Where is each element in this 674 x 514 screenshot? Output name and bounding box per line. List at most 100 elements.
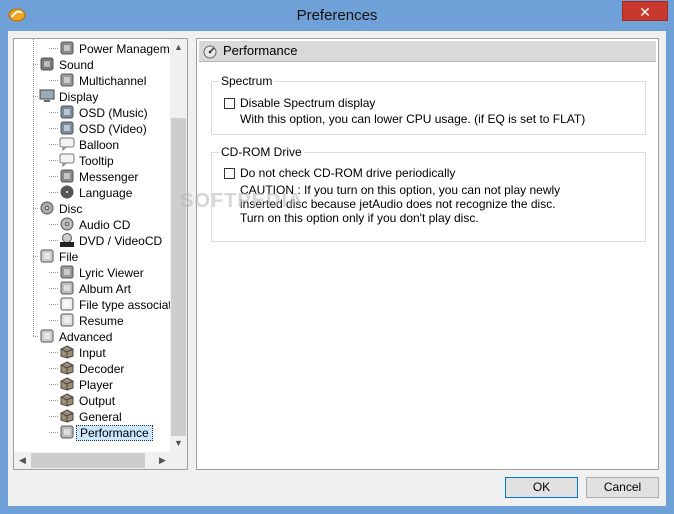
tree-item-label: OSD (Music) bbox=[79, 105, 148, 120]
tree-branch-line bbox=[49, 384, 58, 385]
caution-line-3: Turn on this option only if you don't pl… bbox=[240, 211, 479, 225]
tree-item-file-type-association[interactable]: File type association bbox=[59, 296, 171, 312]
file-icon bbox=[39, 249, 55, 263]
tree-item-advanced[interactable]: Advanced bbox=[39, 328, 112, 344]
tree-item-performance[interactable]: Performance bbox=[59, 424, 153, 441]
do-not-check-cdrom-label[interactable]: Do not check CD-ROM drive periodically bbox=[240, 166, 455, 180]
scrollbar-corner bbox=[170, 452, 187, 469]
disable-spectrum-label[interactable]: Disable Spectrum display bbox=[240, 96, 375, 110]
tree-vertical-scrollbar[interactable]: ▲ ▼ bbox=[170, 39, 187, 452]
tree-item-label: Language bbox=[79, 185, 133, 200]
tree-branch-line bbox=[49, 144, 58, 145]
album-art-icon bbox=[59, 281, 75, 295]
speaker-icon bbox=[39, 57, 55, 71]
tree-item-label: Decoder bbox=[79, 361, 125, 376]
tree-item-sound[interactable]: Sound bbox=[39, 56, 94, 72]
tree-item-label: Input bbox=[79, 345, 106, 360]
tree-item-power-management[interactable]: Power Management bbox=[59, 40, 171, 56]
osd-video-icon bbox=[59, 121, 75, 135]
spectrum-group-title: Spectrum bbox=[219, 74, 275, 88]
tree-item-label: Lyric Viewer bbox=[79, 265, 144, 280]
cube-icon bbox=[59, 377, 75, 391]
scroll-right-arrow-icon[interactable]: ▶ bbox=[154, 452, 171, 469]
tree-branch-line bbox=[49, 320, 58, 321]
monitor-icon bbox=[39, 89, 55, 103]
scroll-down-arrow-icon[interactable]: ▼ bbox=[170, 435, 187, 452]
title-bar[interactable]: Preferences ✕ bbox=[0, 0, 674, 31]
tree-branch-line bbox=[33, 208, 38, 209]
spectrum-group: Spectrum Disable Spectrum display With t… bbox=[211, 74, 646, 135]
cdrom-group-title: CD-ROM Drive bbox=[219, 145, 304, 159]
tree-branch-line bbox=[49, 176, 58, 177]
tree-item-label: Resume bbox=[79, 313, 124, 328]
tree-guide-line bbox=[33, 39, 34, 336]
close-button[interactable]: ✕ bbox=[622, 1, 668, 21]
tree-item-label: File bbox=[59, 249, 79, 264]
tree-item-multichannel[interactable]: Multichannel bbox=[59, 72, 146, 88]
tree-branch-line bbox=[49, 432, 58, 433]
tree-item-input[interactable]: Input bbox=[59, 344, 106, 360]
tree-item-album-art[interactable]: Album Art bbox=[59, 280, 131, 296]
tree-item-display[interactable]: Display bbox=[39, 88, 98, 104]
tree-item-label: Performance bbox=[76, 424, 153, 441]
tree-item-decoder[interactable]: Decoder bbox=[59, 360, 124, 376]
tree-item-file[interactable]: File bbox=[39, 248, 78, 264]
lyric-icon bbox=[59, 265, 75, 279]
window-title: Preferences bbox=[296, 7, 378, 24]
tree-branch-line bbox=[49, 240, 58, 241]
tree-item-disc[interactable]: Disc bbox=[39, 200, 82, 216]
horizontal-scroll-thumb[interactable] bbox=[31, 453, 145, 468]
tree-item-label: OSD (Video) bbox=[79, 121, 147, 136]
do-not-check-cdrom-checkbox[interactable] bbox=[224, 168, 235, 179]
performance-icon bbox=[203, 45, 217, 59]
tree-item-label: Tooltip bbox=[79, 153, 114, 168]
tree-branch-line bbox=[33, 256, 38, 257]
tree-branch-line bbox=[49, 352, 58, 353]
cube-icon bbox=[59, 393, 75, 407]
disable-spectrum-checkbox[interactable] bbox=[224, 98, 235, 109]
osd-music-icon bbox=[59, 105, 75, 119]
cancel-button[interactable]: Cancel bbox=[586, 477, 659, 498]
tree-item-label: Album Art bbox=[79, 281, 132, 296]
tree-item-resume[interactable]: Resume bbox=[59, 312, 124, 328]
tree-branch-line bbox=[49, 224, 58, 225]
tree-item-player[interactable]: Player bbox=[59, 376, 113, 392]
panel-title: Performance bbox=[223, 43, 298, 58]
ok-button[interactable]: OK bbox=[505, 477, 578, 498]
tree-item-label: Power Management bbox=[79, 41, 171, 56]
preferences-window: Preferences ✕ Power ManagementSoundMulti… bbox=[0, 0, 674, 514]
preferences-tree[interactable]: Power ManagementSoundMultichannelDisplay… bbox=[13, 38, 188, 470]
vertical-scroll-thumb[interactable] bbox=[171, 118, 186, 436]
tree-viewport: Power ManagementSoundMultichannelDisplay… bbox=[14, 39, 171, 452]
spectrum-description: With this option, you can lower CPU usag… bbox=[240, 112, 586, 126]
tree-item-lyric-viewer[interactable]: Lyric Viewer bbox=[59, 264, 144, 280]
scroll-up-arrow-icon[interactable]: ▲ bbox=[170, 39, 187, 56]
tree-branch-line bbox=[33, 64, 38, 65]
tree-branch-line bbox=[49, 304, 58, 305]
tree-item-messenger[interactable]: Messenger bbox=[59, 168, 138, 184]
balloon-icon bbox=[59, 137, 75, 152]
tree-item-label: General bbox=[79, 409, 122, 424]
tree-item-label: Display bbox=[59, 89, 99, 104]
softpedia-watermark: SOFTPEDIA bbox=[180, 190, 304, 212]
tree-item-tooltip[interactable]: Tooltip bbox=[59, 152, 114, 168]
globe-icon bbox=[59, 185, 75, 199]
disc-icon bbox=[39, 201, 55, 215]
tree-item-osd-video[interactable]: OSD (Video) bbox=[59, 120, 147, 136]
tree-horizontal-scrollbar[interactable]: ◀ ▶ bbox=[14, 452, 171, 469]
tree-item-output[interactable]: Output bbox=[59, 392, 115, 408]
tree-item-language[interactable]: Language bbox=[59, 184, 132, 200]
scroll-left-arrow-icon[interactable]: ◀ bbox=[14, 452, 31, 469]
tree-item-label: Audio CD bbox=[79, 217, 131, 232]
tree-branch-line bbox=[49, 272, 58, 273]
performance-panel: Performance Spectrum Disable Spectrum di… bbox=[196, 38, 659, 470]
tree-item-balloon[interactable]: Balloon bbox=[59, 136, 119, 152]
tree-branch-line bbox=[49, 128, 58, 129]
tree-item-dvd-videocd[interactable]: DVD / VideoCD bbox=[59, 232, 162, 248]
tree-item-audio-cd[interactable]: Audio CD bbox=[59, 216, 130, 232]
tree-item-general[interactable]: General bbox=[59, 408, 122, 424]
tree-item-osd-music[interactable]: OSD (Music) bbox=[59, 104, 148, 120]
tree-branch-line bbox=[49, 160, 58, 161]
dvd-icon bbox=[59, 232, 75, 247]
tree-item-label: File type association bbox=[79, 297, 171, 312]
